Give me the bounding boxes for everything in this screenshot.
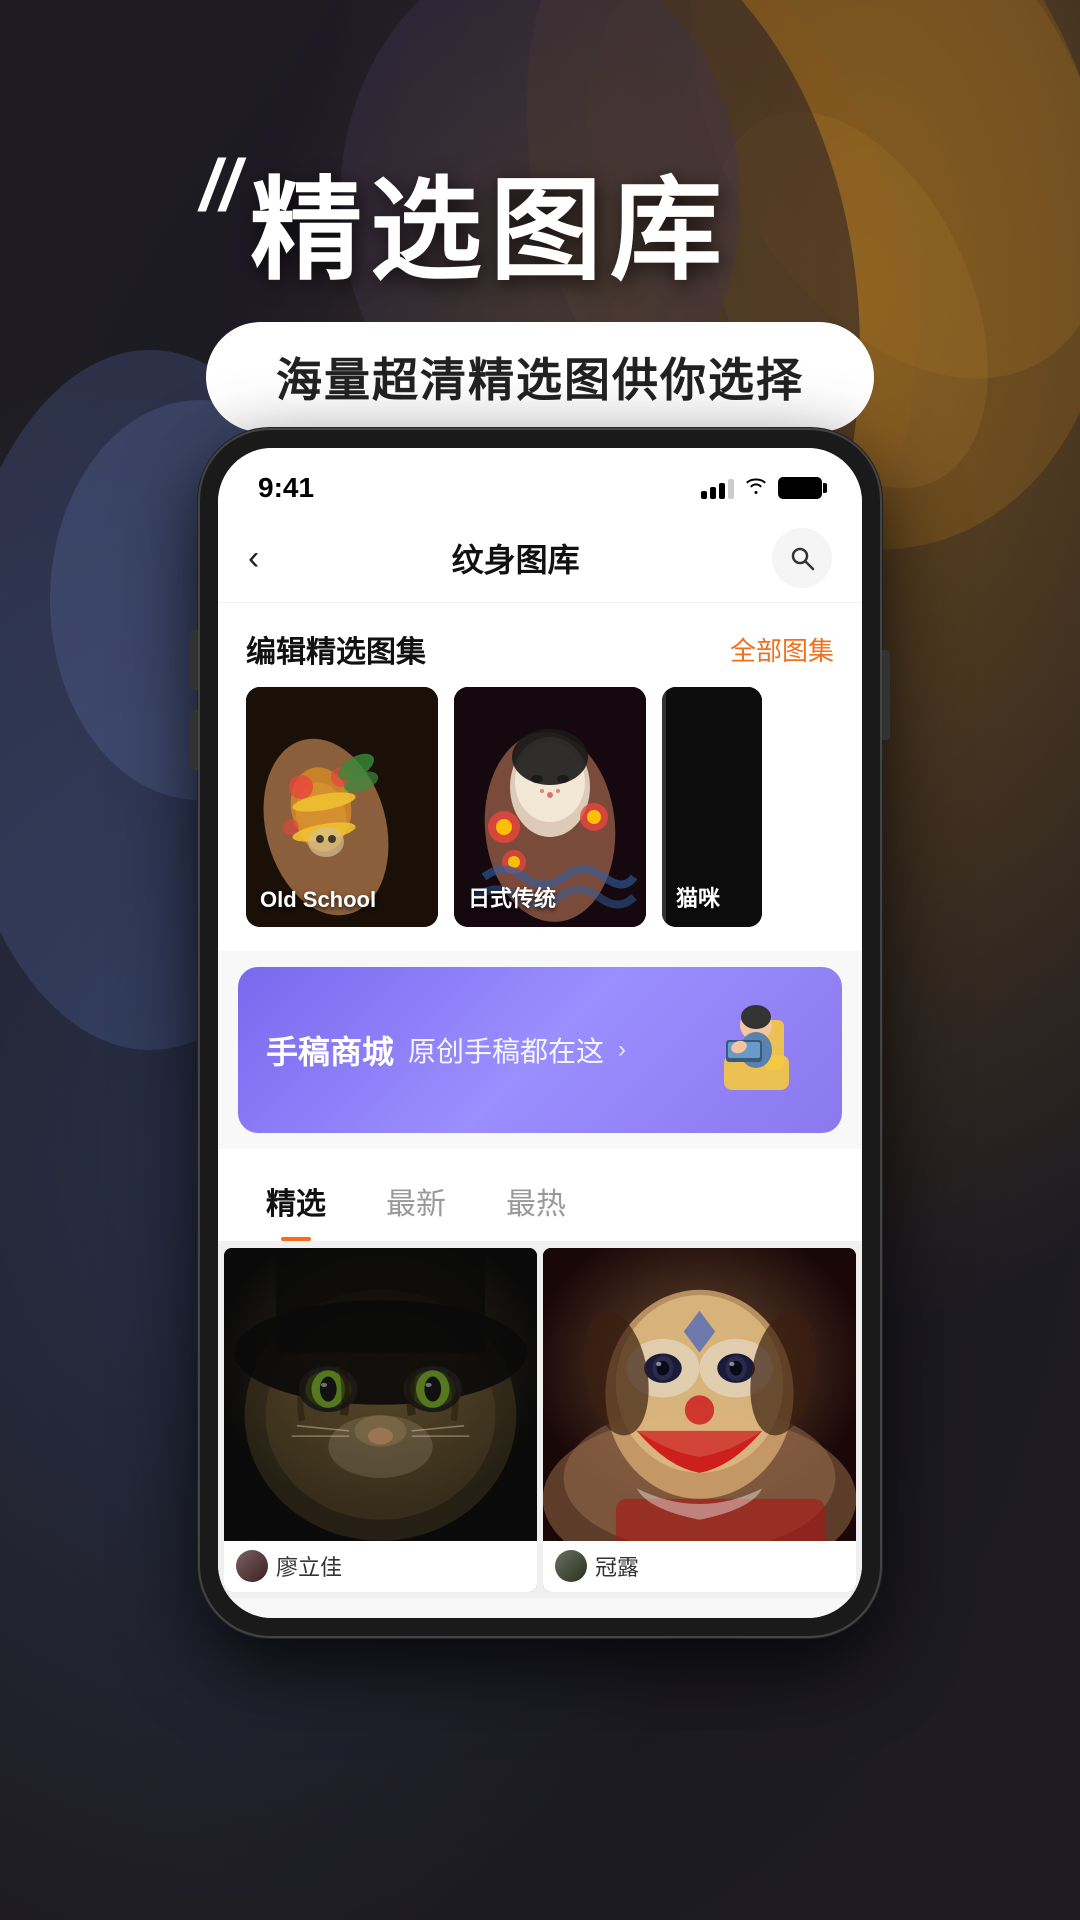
status-icons	[701, 475, 822, 501]
signal-bar-4	[728, 479, 734, 499]
battery-icon	[778, 477, 822, 499]
phone-frame: 9:41	[200, 430, 880, 1636]
author-name-guan: 冠露	[595, 1550, 639, 1582]
grid-card-tiger[interactable]: 廖立佳	[224, 1248, 537, 1592]
signal-bars	[701, 477, 734, 499]
tab-hottest[interactable]: 最热	[486, 1169, 586, 1241]
gallery-card-cat[interactable]: 猫咪	[662, 687, 762, 927]
joker-image	[543, 1248, 856, 1541]
section-title: 编辑精选图集	[246, 627, 426, 671]
signal-bar-1	[701, 491, 707, 499]
hero-subtitle-text: 海量超清精选图供你选择	[276, 344, 804, 410]
status-time: 9:41	[258, 472, 314, 504]
signal-bar-3	[719, 483, 725, 499]
hero-subtitle-badge: 海量超清精选图供你选择	[206, 322, 874, 432]
avatar-guan	[555, 1550, 587, 1582]
gallery-scroll[interactable]: Old School	[218, 687, 862, 951]
card-label-japanese: 日式传统	[468, 881, 556, 913]
banner-title: 手稿商城	[266, 1027, 394, 1073]
phone-mockup: 9:41	[200, 430, 880, 1636]
tab-latest[interactable]: 最新	[366, 1169, 466, 1241]
promo-banner[interactable]: 手稿商城 原创手稿都在这 ›	[238, 967, 842, 1133]
content-tabs: 精选 最新 最热	[218, 1149, 862, 1242]
avatar-liao	[236, 1550, 268, 1582]
gallery-card-old-school[interactable]: Old School	[246, 687, 438, 927]
hero-title: 精选图库	[250, 140, 730, 302]
status-bar: 9:41	[218, 448, 862, 514]
phone-screen: 9:41	[218, 448, 862, 1618]
author-name-liao: 廖立佳	[276, 1550, 342, 1582]
nav-bar: ‹ 纹身图库	[218, 514, 862, 603]
image-grid: 廖立佳	[218, 1242, 862, 1598]
banner-text-group: 手稿商城 原创手稿都在这 ›	[266, 1027, 626, 1073]
card-label-old-school: Old School	[260, 887, 376, 913]
grid-card-joker[interactable]: 冠露	[543, 1248, 856, 1592]
joker-card-footer: 冠露	[543, 1541, 856, 1593]
quote-marks: //	[200, 150, 240, 222]
view-all-link[interactable]: 全部图集	[730, 631, 834, 668]
wifi-icon	[744, 475, 768, 501]
search-button[interactable]	[772, 528, 832, 588]
tab-featured[interactable]: 精选	[246, 1169, 346, 1241]
card-label-cat: 猫咪	[676, 881, 720, 913]
signal-bar-2	[710, 487, 716, 499]
page-title: 纹身图库	[452, 535, 580, 581]
gallery-card-japanese[interactable]: 日式传统	[454, 687, 646, 927]
banner-subtitle: 原创手稿都在这	[408, 1030, 604, 1070]
search-icon	[788, 544, 816, 572]
banner-figure	[704, 995, 814, 1105]
back-button[interactable]: ‹	[248, 539, 259, 578]
editor-picks-section: 编辑精选图集 全部图集	[218, 603, 862, 687]
main-content: 编辑精选图集 全部图集	[218, 603, 862, 1618]
banner-arrow: ›	[618, 1036, 626, 1064]
tiger-image	[224, 1248, 537, 1541]
tiger-card-footer: 廖立佳	[224, 1541, 537, 1593]
